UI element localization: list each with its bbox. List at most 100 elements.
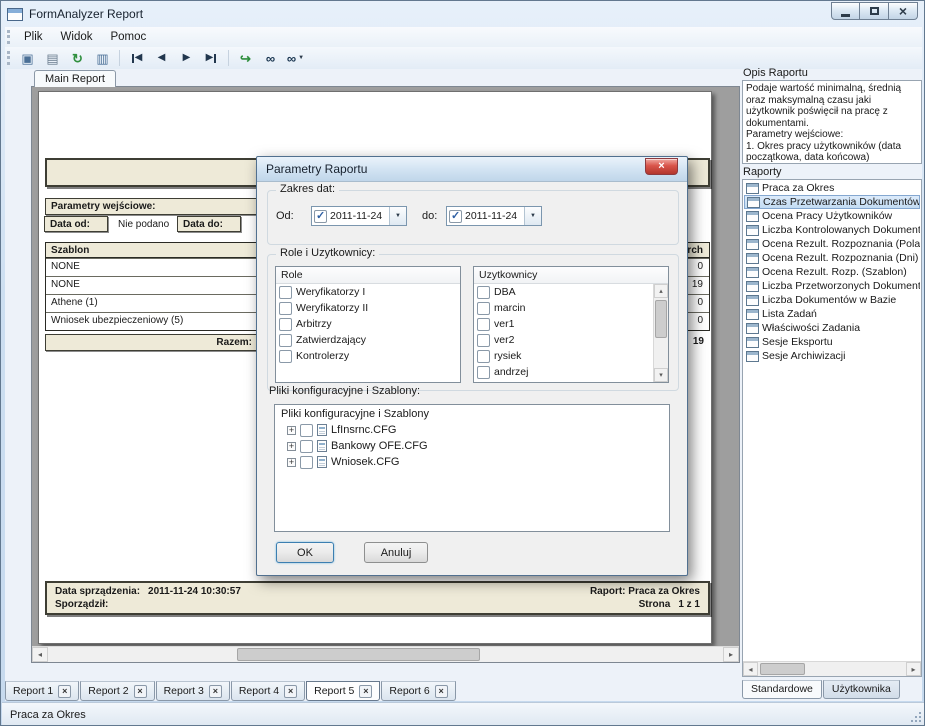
open-report-button[interactable]: ▣	[16, 48, 39, 68]
expand-icon[interactable]: +	[287, 458, 296, 467]
checkbox-icon[interactable]	[477, 350, 490, 363]
menu-plik[interactable]: Plik	[15, 29, 52, 45]
refresh-button[interactable]: ↻	[66, 48, 89, 68]
scroll-left-icon[interactable]: ◂	[32, 647, 48, 662]
checkbox-icon[interactable]	[477, 302, 490, 315]
tab-report-5[interactable]: Report 5×	[306, 681, 380, 701]
tab-close-icon[interactable]: ×	[435, 685, 448, 698]
user-item[interactable]: ver2	[474, 332, 653, 348]
calendar-dropdown-icon[interactable]: ▼	[524, 207, 541, 225]
ok-button[interactable]: OK	[276, 542, 334, 563]
nav-next-button[interactable]: ▶	[175, 48, 198, 68]
scroll-thumb[interactable]	[655, 300, 667, 338]
list-item[interactable]: Lista Zadań	[744, 307, 920, 321]
date-to-field[interactable]: ✓ 2011-11-24 ▼	[446, 206, 542, 226]
list-item[interactable]: Liczba Dokumentów w Bazie	[744, 293, 920, 307]
list-item[interactable]: Właściwości Zadania	[744, 321, 920, 335]
role-item[interactable]: Weryfikatorzy I	[276, 284, 460, 300]
scroll-thumb[interactable]	[237, 648, 480, 661]
find-button[interactable]: ∞	[259, 48, 282, 68]
list-item[interactable]: Ocena Rezult. Rozpoznania (Pola)	[744, 237, 920, 251]
reports-hscrollbar[interactable]: ◂ ▸	[743, 661, 921, 676]
scroll-right-icon[interactable]: ▸	[906, 662, 921, 676]
tab-close-icon[interactable]: ×	[209, 685, 222, 698]
list-item[interactable]: Ocena Rezult. Rozp. (Szablon)	[744, 265, 920, 279]
scroll-right-icon[interactable]: ▸	[723, 647, 739, 662]
checkbox-icon[interactable]	[279, 350, 292, 363]
checkbox-icon[interactable]	[279, 318, 292, 331]
tab-uzytkownika[interactable]: Użytkownika	[823, 680, 900, 699]
checkbox-icon[interactable]	[300, 456, 313, 469]
scroll-left-icon[interactable]: ◂	[743, 662, 758, 676]
user-item[interactable]: DBA	[474, 284, 653, 300]
tab-report-6[interactable]: Report 6×	[381, 681, 455, 701]
scroll-track[interactable]	[654, 298, 668, 368]
users-list-header[interactable]: Uzytkownicy	[474, 267, 668, 284]
user-item[interactable]: marcin	[474, 300, 653, 316]
checkbox-icon[interactable]	[279, 286, 292, 299]
date-from-field[interactable]: ✓ 2011-11-24 ▼	[311, 206, 407, 226]
viewer-hscrollbar[interactable]: ◂ ▸	[32, 646, 739, 662]
scroll-up-icon[interactable]: ▴	[654, 284, 668, 298]
tab-report-3[interactable]: Report 3×	[156, 681, 230, 701]
scroll-thumb[interactable]	[760, 663, 805, 675]
checkbox-icon[interactable]	[477, 318, 490, 331]
nav-first-button[interactable]: ◀	[125, 48, 148, 68]
checkbox-icon[interactable]	[477, 382, 490, 383]
close-button[interactable]: ×	[889, 2, 918, 20]
list-item[interactable]: Ocena Rezult. Rozpoznania (Dni)	[744, 251, 920, 265]
scroll-down-icon[interactable]: ▾	[654, 368, 668, 382]
tab-main-report[interactable]: Main Report	[34, 70, 116, 87]
tab-close-icon[interactable]: ×	[284, 685, 297, 698]
role-item[interactable]: Zatwierdzający	[276, 332, 460, 348]
list-item[interactable]: Liczba Przetworzonych Dokumentów	[744, 279, 920, 293]
checkbox-icon[interactable]	[300, 440, 313, 453]
nav-prev-button[interactable]: ◀	[150, 48, 173, 68]
role-item[interactable]: Arbitrzy	[276, 316, 460, 332]
checkbox-icon[interactable]	[279, 334, 292, 347]
tab-report-4[interactable]: Report 4×	[231, 681, 305, 701]
maximize-button[interactable]	[860, 2, 889, 20]
scroll-track[interactable]	[48, 647, 723, 662]
tab-report-2[interactable]: Report 2×	[80, 681, 154, 701]
list-item[interactable]: Praca za Okres	[744, 181, 920, 195]
list-item[interactable]: Ocena Pracy Użytkowników	[744, 209, 920, 223]
find-dropdown-icon[interactable]: ▼	[298, 55, 304, 61]
tab-standardowe[interactable]: Standardowe	[742, 680, 822, 699]
dialog-close-button[interactable]: ×	[645, 158, 678, 175]
user-item[interactable]: rysiek	[474, 348, 653, 364]
tab-close-icon[interactable]: ×	[359, 685, 372, 698]
checkbox-icon[interactable]	[477, 334, 490, 347]
cancel-button[interactable]: Anuluj	[364, 542, 428, 563]
tab-close-icon[interactable]: ×	[58, 685, 71, 698]
tree-item[interactable]: + Bankowy OFE.CFG	[279, 438, 665, 454]
menu-widok[interactable]: Widok	[52, 29, 102, 45]
users-vscrollbar[interactable]: ▴ ▾	[653, 284, 668, 382]
checkbox-icon[interactable]	[477, 286, 490, 299]
expand-icon[interactable]: +	[287, 426, 296, 435]
tab-close-icon[interactable]: ×	[134, 685, 147, 698]
expand-icon[interactable]: +	[287, 442, 296, 451]
role-item[interactable]: Weryfikatorzy II	[276, 300, 460, 316]
goto-page-button[interactable]: ↪	[234, 48, 257, 68]
tab-report-1[interactable]: Report 1×	[5, 681, 79, 701]
user-item[interactable]: ad	[474, 380, 653, 382]
tree-item[interactable]: + Wniosek.CFG	[279, 454, 665, 470]
checkbox-icon[interactable]	[279, 302, 292, 315]
role-item[interactable]: Kontrolerzy	[276, 348, 460, 364]
list-item-selected[interactable]: Czas Przetwarzania Dokumentów	[744, 195, 920, 209]
list-item[interactable]: Liczba Kontrolowanych Dokumentów	[744, 223, 920, 237]
tree-root[interactable]: Pliki konfiguracyjne i Szablony	[279, 407, 665, 422]
checkbox-icon[interactable]	[477, 366, 490, 379]
find-next-button[interactable]: ∞▼	[284, 48, 307, 68]
tree-item[interactable]: + LfInsrnc.CFG	[279, 422, 665, 438]
nav-last-button[interactable]: ▶	[200, 48, 223, 68]
resize-grip-icon[interactable]	[909, 710, 921, 722]
calendar-dropdown-icon[interactable]: ▼	[389, 207, 406, 225]
user-item[interactable]: ver1	[474, 316, 653, 332]
user-item[interactable]: andrzej	[474, 364, 653, 380]
menu-pomoc[interactable]: Pomoc	[101, 29, 155, 45]
page-setup-button[interactable]: ▥	[91, 48, 114, 68]
minimize-button[interactable]	[831, 2, 860, 20]
list-item[interactable]: Sesje Archiwizacji	[744, 349, 920, 363]
